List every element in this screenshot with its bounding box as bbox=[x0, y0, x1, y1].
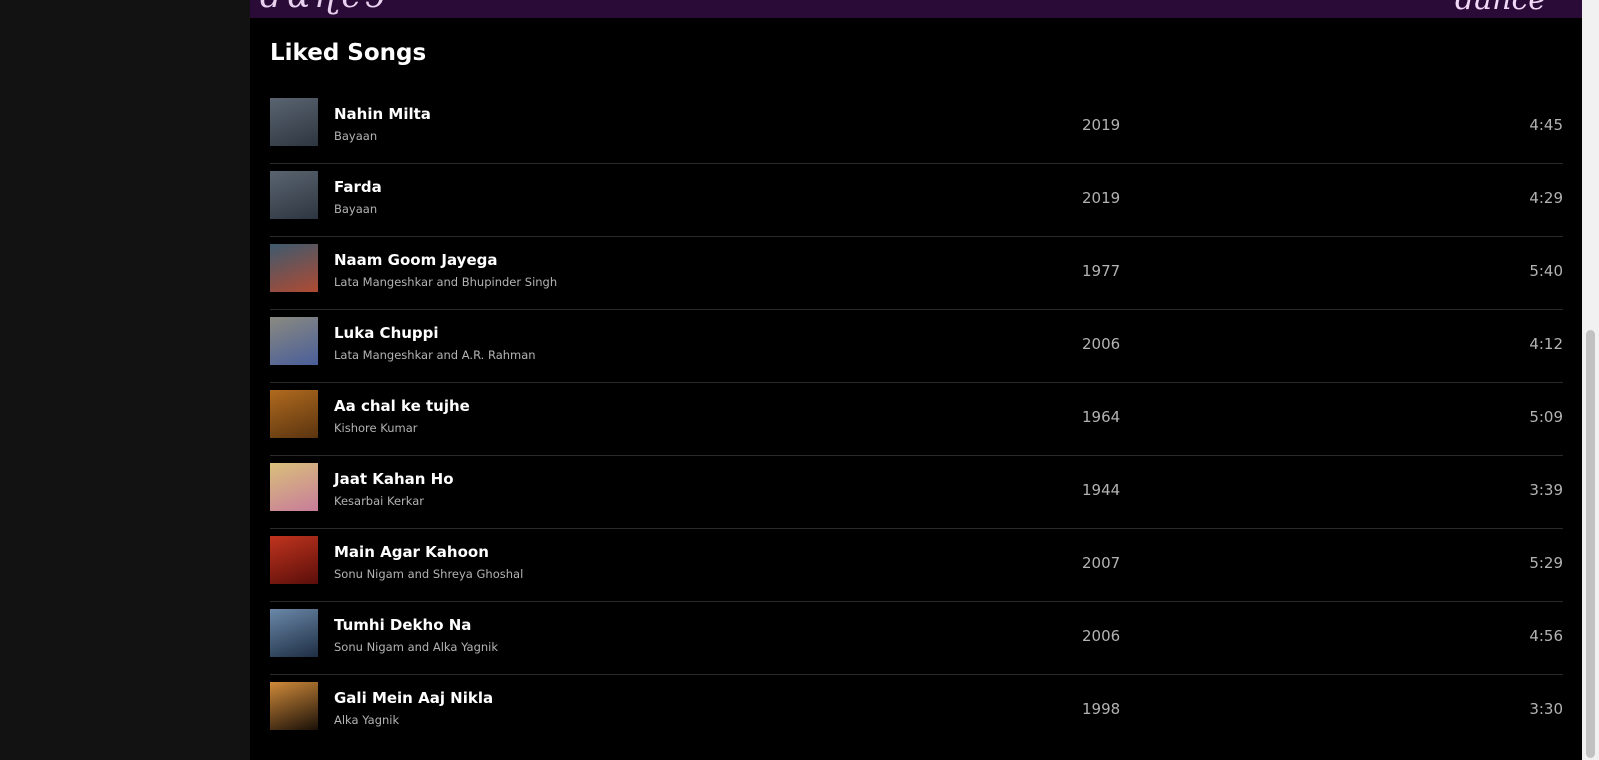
song-title[interactable]: Farda bbox=[334, 178, 382, 196]
song-artist: Lata Mangeshkar and A.R. Rahman bbox=[334, 348, 536, 362]
song-title[interactable]: Gali Mein Aaj Nikla bbox=[334, 689, 493, 707]
album-cover[interactable] bbox=[270, 536, 318, 584]
playlist-banner: ɗɑɳƈɘ dance bbox=[250, 0, 1582, 18]
song-row[interactable]: Nahin Milta Bayaan 2019 4:45 bbox=[270, 91, 1563, 164]
song-duration: 5:29 bbox=[1529, 554, 1563, 572]
album-cover[interactable] bbox=[270, 244, 318, 292]
song-title[interactable]: Jaat Kahan Ho bbox=[334, 470, 454, 488]
song-duration: 3:39 bbox=[1529, 481, 1563, 499]
page-scrollbar[interactable] bbox=[1582, 0, 1599, 760]
song-artist: Bayaan bbox=[334, 129, 378, 143]
album-cover[interactable] bbox=[270, 682, 318, 730]
album-cover[interactable] bbox=[270, 390, 318, 438]
song-row[interactable]: Luka Chuppi Lata Mangeshkar and A.R. Rahm… bbox=[270, 310, 1563, 383]
scrollbar-thumb[interactable] bbox=[1586, 330, 1595, 758]
page-title: Liked Songs bbox=[270, 40, 427, 66]
album-cover[interactable] bbox=[270, 98, 318, 146]
song-artist: Bayaan bbox=[334, 202, 378, 216]
banner-word: dance bbox=[1455, 0, 1546, 17]
banner-decoration: ɗɑɳƈɘ bbox=[260, 0, 389, 16]
song-title[interactable]: Luka Chuppi bbox=[334, 324, 439, 342]
song-duration: 4:56 bbox=[1529, 627, 1563, 645]
song-artist: Kesarbai Kerkar bbox=[334, 494, 425, 508]
song-row[interactable]: Tumhi Dekho Na Sonu Nigam and Alka Yagnik… bbox=[270, 602, 1563, 675]
song-artist: Sonu Nigam and Alka Yagnik bbox=[334, 640, 499, 654]
song-duration: 4:45 bbox=[1529, 116, 1563, 134]
song-artist: Kishore Kumar bbox=[334, 421, 418, 435]
song-year: 2019 bbox=[1082, 189, 1121, 207]
song-row[interactable]: Naam Goom Jayega Lata Mangeshkar and Bhup… bbox=[270, 237, 1563, 310]
song-year: 1998 bbox=[1082, 700, 1121, 718]
song-year: 1977 bbox=[1082, 262, 1121, 280]
song-title[interactable]: Naam Goom Jayega bbox=[334, 251, 497, 269]
song-row[interactable]: Gali Mein Aaj Nikla Alka Yagnik 1998 3:30 bbox=[270, 675, 1563, 747]
album-cover[interactable] bbox=[270, 317, 318, 365]
album-cover[interactable] bbox=[270, 463, 318, 511]
song-year: 2019 bbox=[1082, 116, 1121, 134]
song-row[interactable]: Main Agar Kahoon Sonu Nigam and Shreya Gh… bbox=[270, 529, 1563, 602]
song-title[interactable]: Main Agar Kahoon bbox=[334, 543, 489, 561]
song-year: 2006 bbox=[1082, 627, 1121, 645]
song-duration: 4:29 bbox=[1529, 189, 1563, 207]
sidebar bbox=[0, 0, 250, 760]
song-year: 1944 bbox=[1082, 481, 1121, 499]
song-row[interactable]: Farda Bayaan 2019 4:29 bbox=[270, 164, 1563, 237]
song-title[interactable]: Nahin Milta bbox=[334, 105, 431, 123]
song-duration: 5:09 bbox=[1529, 408, 1563, 426]
album-cover[interactable] bbox=[270, 609, 318, 657]
song-year: 1964 bbox=[1082, 408, 1121, 426]
song-year: 2006 bbox=[1082, 335, 1121, 353]
song-title[interactable]: Tumhi Dekho Na bbox=[334, 616, 471, 634]
main-content: ɗɑɳƈɘ dance Liked Songs Nahin Milta Bayaa… bbox=[250, 0, 1582, 760]
song-row[interactable]: Aa chal ke tujhe Kishore Kumar 1964 5:09 bbox=[270, 383, 1563, 456]
song-artist: Alka Yagnik bbox=[334, 713, 400, 727]
song-duration: 4:12 bbox=[1529, 335, 1563, 353]
song-row[interactable]: Jaat Kahan Ho Kesarbai Kerkar 1944 3:39 bbox=[270, 456, 1563, 529]
album-cover[interactable] bbox=[270, 171, 318, 219]
song-list: Nahin Milta Bayaan 2019 4:45 Farda Bayaan 2019… bbox=[270, 91, 1563, 747]
song-duration: 3:30 bbox=[1529, 700, 1563, 718]
song-artist: Sonu Nigam and Shreya Ghoshal bbox=[334, 567, 524, 581]
song-year: 2007 bbox=[1082, 554, 1121, 572]
song-artist: Lata Mangeshkar and Bhupinder Singh bbox=[334, 275, 558, 289]
song-duration: 5:40 bbox=[1529, 262, 1563, 280]
song-title[interactable]: Aa chal ke tujhe bbox=[334, 397, 470, 415]
